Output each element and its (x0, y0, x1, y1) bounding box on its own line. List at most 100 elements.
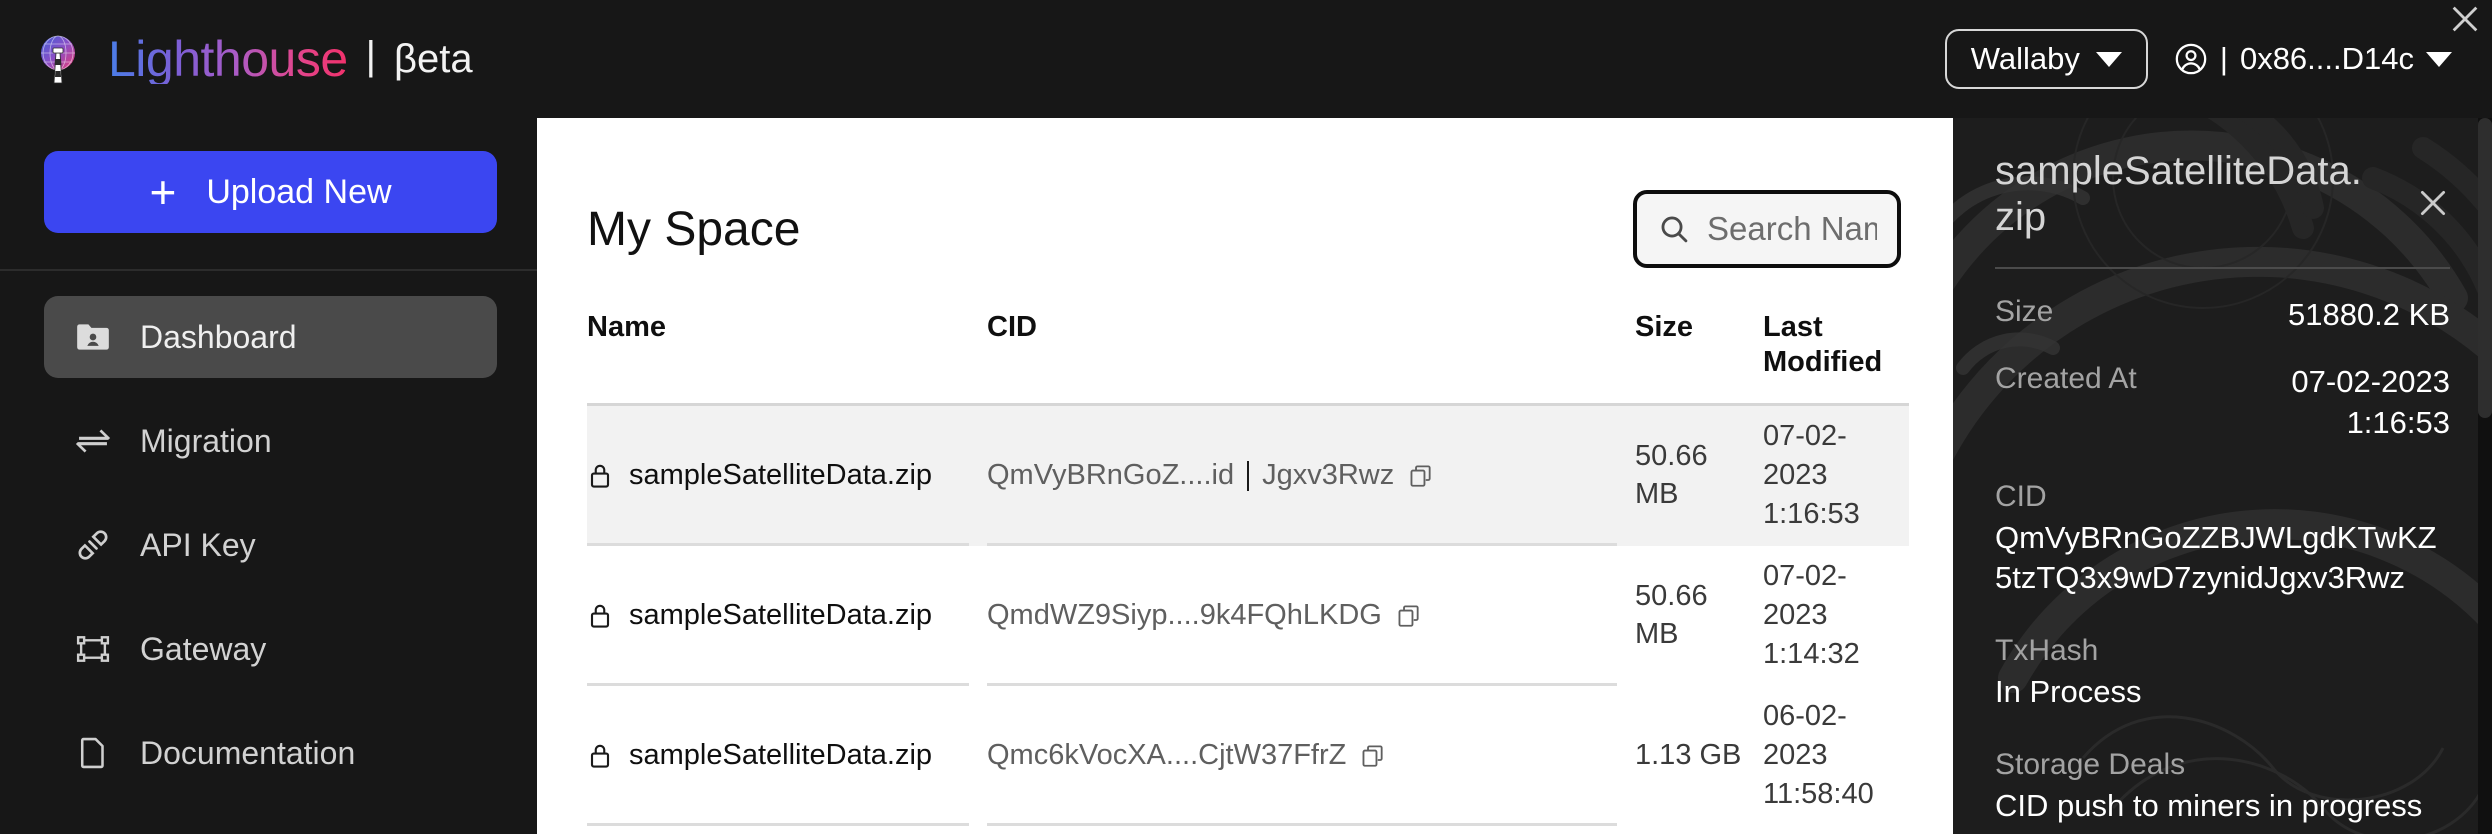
detail-created-time: 1:16:53 (2346, 404, 2450, 440)
window-close-icon[interactable] (2448, 2, 2482, 36)
column-header-cid: CID (987, 311, 1037, 343)
modified-line-2: 2023 (1763, 739, 1828, 772)
scrollbar-thumb[interactable] (2478, 118, 2492, 418)
chevron-down-icon (2426, 51, 2452, 67)
sidebar-item-label: Dashboard (140, 318, 297, 355)
sidebar-item-api-key[interactable]: API Key (44, 504, 497, 586)
search-icon (1661, 216, 1688, 243)
sidebar-item-label: Documentation (140, 734, 356, 771)
file-modified-cell: 07-02- 2023 1:16:53 (1763, 406, 1933, 546)
file-size-line-1: 50.66 (1635, 440, 1708, 473)
detail-txhash-block: TxHash In Process (1995, 634, 2450, 712)
sidebar-item-dashboard[interactable]: Dashboard (44, 296, 497, 378)
file-cid-cell[interactable]: QmdWZ9Siyp....9k4FQhLKDG (987, 546, 1635, 686)
page-scrollbar[interactable] (2478, 118, 2492, 834)
brand-separator: | (365, 34, 377, 78)
brand[interactable]: Lighthouse | βeta (0, 33, 473, 85)
file-size-line-1: 1.13 GB (1635, 738, 1742, 771)
detail-created-label: Created At (1995, 361, 2137, 395)
file-size-cell: 50.66 MB (1635, 546, 1763, 686)
file-cid-text: QmdWZ9Siyp....9k4FQhLKDG (987, 599, 1382, 632)
copy-icon[interactable] (1396, 603, 1422, 629)
table-row[interactable]: sampleSatelliteData.zip QmVyBRnGoZ....id… (587, 405, 1909, 546)
detail-storage-deals-label: Storage Deals (1995, 748, 2186, 782)
plus-icon: + (149, 165, 177, 218)
account-address: 0x86....D14c (2239, 41, 2414, 76)
app-root: Lighthouse | βeta Wallaby | 0x86....D14c (0, 0, 2492, 834)
file-name-cell[interactable]: sampleSatelliteData.zip (587, 546, 987, 686)
modified-line-3: 1:14:32 (1763, 638, 1860, 671)
folder-user-icon (77, 324, 109, 350)
network-selector[interactable]: Wallaby (1944, 29, 2148, 89)
file-detail-panel: sampleSatelliteData.zip Size 51880.2 KB … (1953, 118, 2492, 834)
detail-size-row: Size 51880.2 KB (1995, 295, 2450, 336)
sidebar-item-label: API Key (140, 526, 256, 563)
detail-storage-deals-value: CID push to miners in progress (1995, 788, 2423, 824)
last-modified-line-1: Last (1763, 311, 1823, 343)
search-box[interactable] (1633, 190, 1901, 268)
account-menu[interactable]: | 0x86....D14c (2174, 41, 2452, 77)
detail-size-label: Size (1995, 294, 2054, 328)
modified-line-1: 07-02- (1763, 560, 1847, 593)
content-header: My Space (537, 118, 1953, 268)
sidebar: + Upload New Dashboard Migration API Key… (0, 118, 537, 834)
detail-created-row: Created At 07-02-2023 1:16:53 (1995, 362, 2450, 444)
modified-line-1: 07-02- (1763, 420, 1847, 453)
text-cursor-caret (1247, 460, 1250, 491)
file-name-cell[interactable]: sampleSatelliteData.zip (587, 686, 987, 826)
column-header-size: Size (1635, 311, 1694, 343)
detail-cid-label: CID (1995, 479, 2047, 513)
detail-content: sampleSatelliteData.zip Size 51880.2 KB … (1953, 118, 2492, 827)
account-separator: | (2219, 41, 2228, 76)
upload-new-button[interactable]: + Upload New (44, 151, 497, 233)
table-row[interactable]: sampleSatelliteData.zip Qmc6kVocXA....Cj… (587, 686, 1909, 826)
detail-cid-value[interactable]: QmVyBRnGoZZBJWLgdKTwKZ5tzTQ3x9wD7zynidJg… (1995, 518, 2450, 599)
sidebar-item-documentation[interactable]: Documentation (44, 712, 497, 794)
file-cid-cell[interactable]: QmVyBRnGoZ....id Jgxv3Rwz (987, 406, 1635, 546)
file-name-text: sampleSatelliteData.zip (629, 599, 933, 632)
chevron-down-icon (2095, 51, 2122, 67)
detail-file-title: sampleSatelliteData.zip (1995, 149, 2362, 240)
files-table: Name CID Size Last Modified (537, 310, 1953, 403)
top-bar-right: Wallaby | 0x86....D14c (1944, 29, 2492, 89)
file-size-line-2: MB (1635, 477, 1679, 510)
upload-new-label: Upload New (206, 172, 392, 211)
bounding-box-icon (76, 636, 110, 662)
sidebar-item-migration[interactable]: Migration (44, 400, 497, 482)
main-content-panel: My Space Name CID Size Last Modified (537, 118, 1953, 834)
brand-beta-tag: βeta (394, 37, 473, 81)
file-cid-cell[interactable]: Qmc6kVocXA....CjtW37FfrZ (987, 686, 1635, 826)
top-bar: Lighthouse | βeta Wallaby | 0x86....D14c (0, 0, 2492, 118)
lock-icon (590, 464, 610, 488)
page-title: My Space (587, 202, 801, 256)
detail-txhash-label: TxHash (1995, 634, 2099, 668)
copy-icon[interactable] (1360, 743, 1386, 769)
sidebar-item-label: Gateway (140, 630, 267, 667)
modified-line-1: 06-02- (1763, 700, 1847, 733)
file-cid-prefix: QmVyBRnGoZ....id (987, 459, 1235, 492)
detail-divider (1995, 266, 2450, 269)
plug-connector-icon (78, 530, 108, 560)
search-input[interactable] (1707, 210, 1877, 248)
modified-line-3: 1:16:53 (1763, 498, 1860, 531)
lock-icon (590, 744, 610, 768)
close-icon[interactable] (2416, 186, 2450, 220)
sidebar-item-gateway[interactable]: Gateway (44, 608, 497, 690)
detail-txhash-value: In Process (1995, 674, 2142, 710)
file-name-cell[interactable]: sampleSatelliteData.zip (587, 406, 987, 546)
lighthouse-logo-icon (41, 35, 75, 84)
copy-icon[interactable] (1408, 463, 1434, 489)
detail-created-value: 07-02-2023 1:16:53 (2291, 362, 2450, 444)
file-modified-cell: 07-02- 2023 1:14:32 (1763, 546, 1933, 686)
file-name-text: sampleSatelliteData.zip (629, 459, 933, 492)
column-header-name: Name (587, 311, 666, 343)
files-table-body: sampleSatelliteData.zip QmVyBRnGoZ....id… (537, 405, 1953, 826)
table-row[interactable]: sampleSatelliteData.zip QmdWZ9Siyp....9k… (587, 546, 1909, 686)
file-cid-text: Qmc6kVocXA....CjtW37FfrZ (987, 739, 1347, 772)
lock-icon (590, 604, 610, 628)
detail-size-value: 51880.2 KB (2287, 296, 2450, 332)
modified-line-3: 11:58:40 (1763, 778, 1874, 811)
sidebar-item-label: Migration (140, 422, 272, 459)
column-header-last-modified: Last Modified (1763, 310, 1933, 381)
file-name-text: sampleSatelliteData.zip (629, 739, 933, 772)
